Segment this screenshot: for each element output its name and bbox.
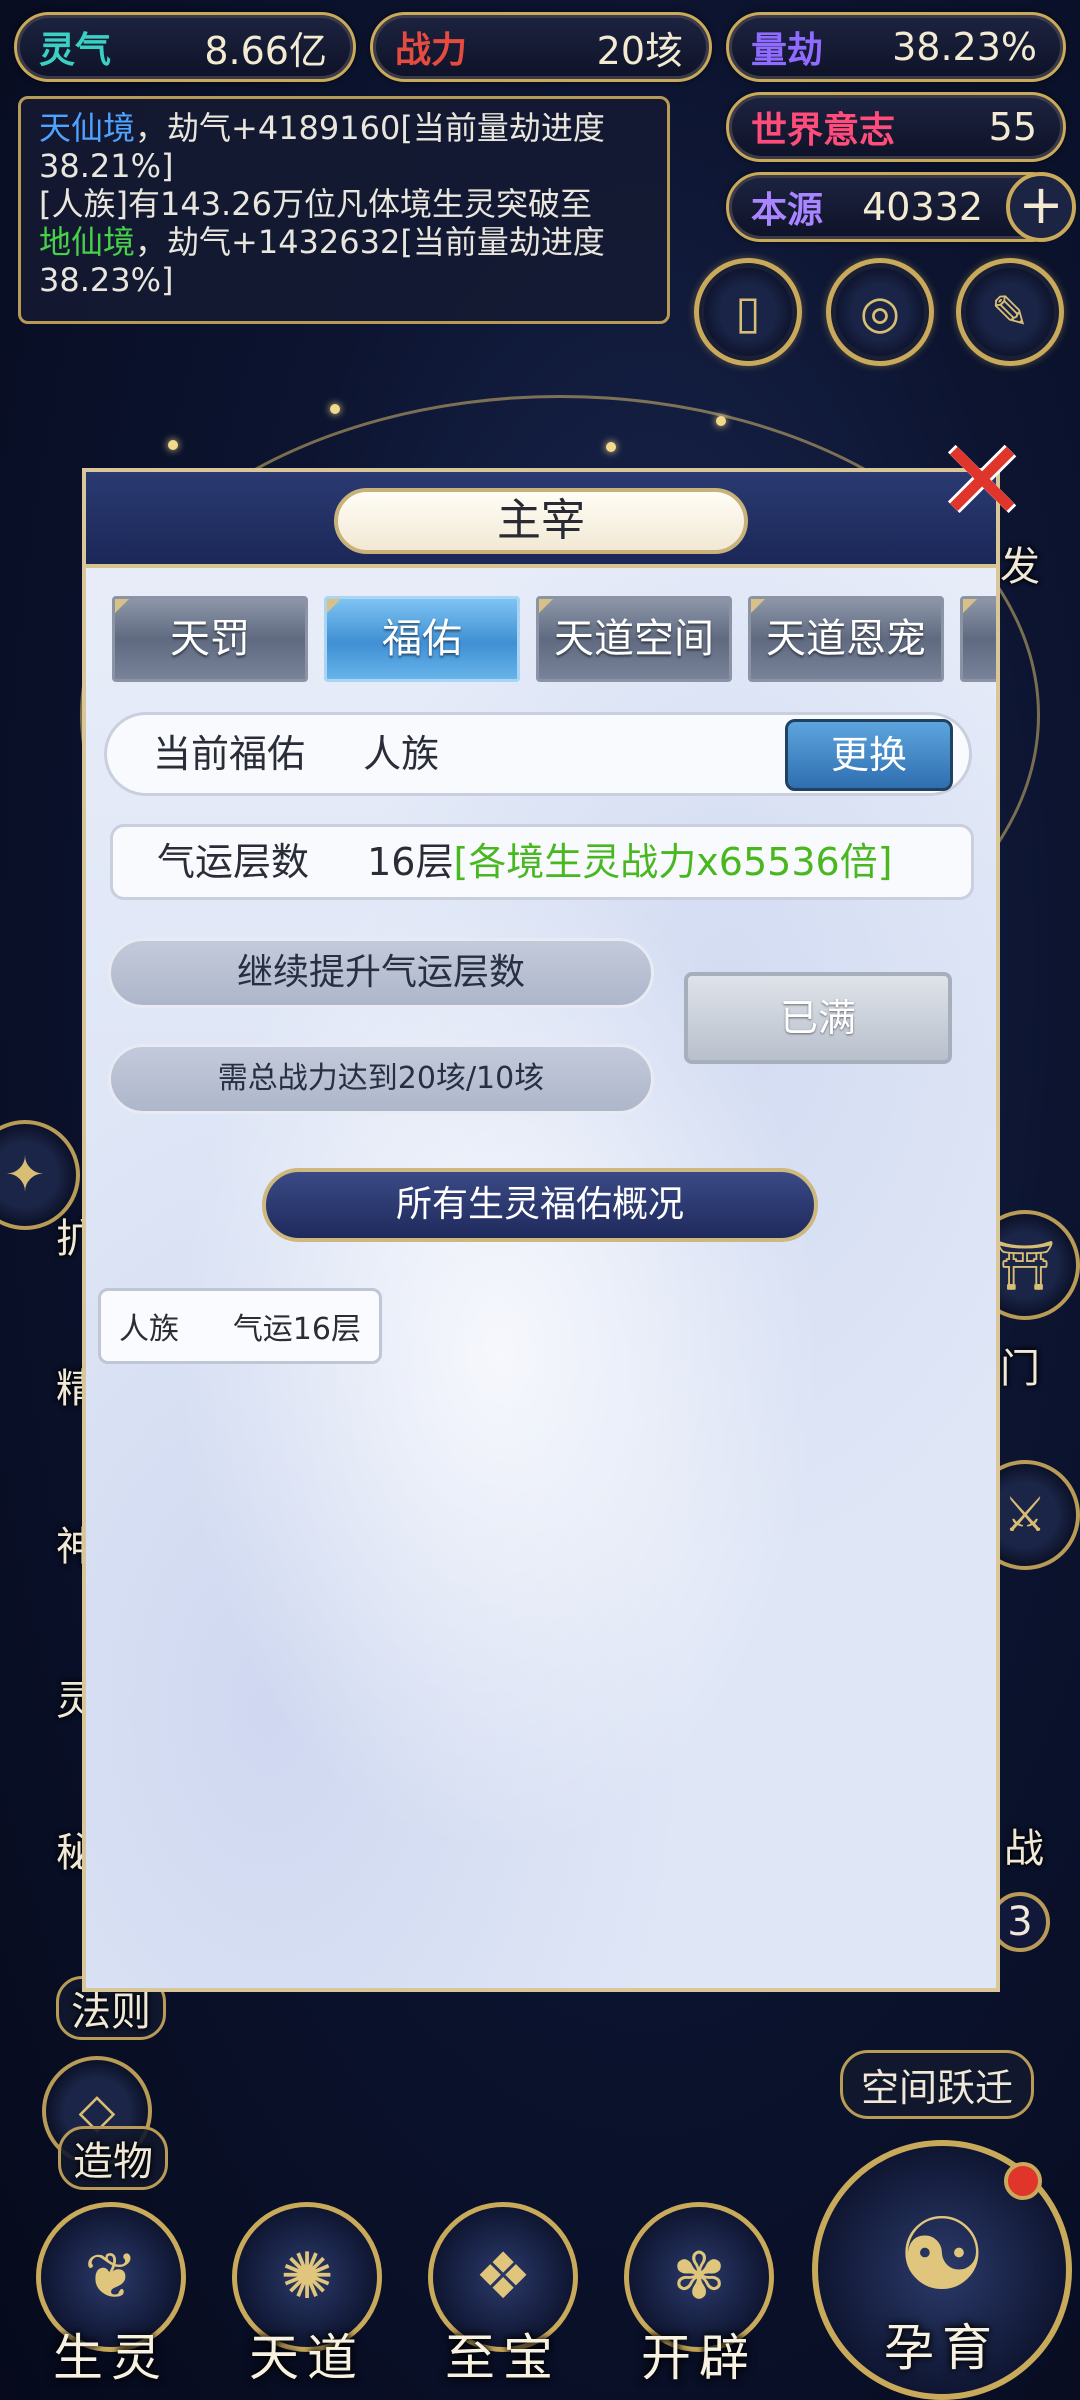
side-label-zaowu: 造物 bbox=[58, 2126, 168, 2190]
stat-zhanli-value: 20垓 bbox=[596, 28, 683, 73]
nav-kaipi[interactable]: ✾ 开辟 bbox=[604, 2202, 794, 2392]
overview-bar[interactable]: 所有生灵福佑概况 bbox=[262, 1168, 818, 1242]
race-chip[interactable]: 人族 气运16层 bbox=[98, 1288, 382, 1364]
dialog-title: 主宰 bbox=[334, 488, 748, 554]
maxed-button: 已满 bbox=[684, 972, 952, 1064]
tab-more[interactable] bbox=[960, 596, 996, 682]
scroll-button[interactable]: ✎ bbox=[956, 258, 1064, 366]
nav-tiandao[interactable]: ✺ 天道 bbox=[212, 2202, 402, 2392]
tab-tiandao-enchong[interactable]: 天道恩宠 bbox=[748, 596, 944, 682]
side-label-zhan: 战 bbox=[1004, 1826, 1044, 1872]
stat-shijie-label: 世界意志 bbox=[751, 109, 896, 151]
race-chip-fortune: 气运16层 bbox=[232, 1312, 361, 1347]
stat-zhanli-label: 战力 bbox=[395, 29, 468, 71]
scroll-icon: ✎ bbox=[990, 285, 1030, 339]
tab-tianfa[interactable]: 天罚 bbox=[112, 596, 308, 682]
gate-icon: ⛩ bbox=[994, 1237, 1056, 1294]
log-entry: 天仙境，劫气+4189160[当前量劫进度38.21%] bbox=[39, 109, 649, 185]
event-log: 天仙境，劫气+4189160[当前量劫进度38.21%] [人族]有143.26… bbox=[18, 96, 670, 324]
vortex-icon: ◎ bbox=[859, 285, 901, 339]
stat-shijie-value: 55 bbox=[988, 105, 1037, 149]
tab-fuyou[interactable]: 福佑 bbox=[324, 596, 520, 682]
fortune-level-label: 气运层数 bbox=[157, 840, 310, 884]
dominion-dialog: 主宰 天罚 福佑 天道空间 天道恩宠 当前福佑 人族 更换 气运层数 16层[各… bbox=[82, 468, 1000, 1992]
stat-liangjie-value: 38.23% bbox=[892, 25, 1037, 69]
current-blessing-value: 人族 bbox=[363, 732, 440, 776]
embryo-icon: ☯ bbox=[897, 2196, 987, 2313]
cards-button[interactable]: ▯ bbox=[694, 258, 802, 366]
race-chip-name: 人族 bbox=[119, 1312, 179, 1347]
nav-zhibao[interactable]: ❖ 至宝 bbox=[408, 2202, 598, 2392]
requirement-text: 需总战力达到20垓/10垓 bbox=[217, 1061, 545, 1096]
current-blessing-label: 当前福佑 bbox=[153, 732, 306, 776]
vortex-button[interactable]: ◎ bbox=[826, 258, 934, 366]
background-star bbox=[330, 404, 340, 414]
continue-upgrade-pill: 继续提升气运层数 bbox=[108, 938, 654, 1008]
add-benyuan-button[interactable]: + bbox=[1006, 172, 1076, 242]
background-star bbox=[606, 442, 616, 452]
nav-shengling-label: 生灵 bbox=[53, 2329, 169, 2387]
stat-benyuan-label: 本源 bbox=[751, 189, 824, 231]
side-badge-3-text: 3 bbox=[1007, 1899, 1033, 1945]
stat-lingqi: 灵气 8.66亿 bbox=[14, 12, 356, 82]
battle-icon: ⚔ bbox=[1003, 1487, 1047, 1543]
continue-upgrade-label: 继续提升气运层数 bbox=[236, 952, 525, 993]
background-star bbox=[716, 416, 726, 426]
stat-benyuan-value: 40332 bbox=[862, 185, 983, 229]
nav-zhibao-label: 至宝 bbox=[445, 2329, 561, 2387]
tab-tiandao-kongjian[interactable]: 天道空间 bbox=[536, 596, 732, 682]
nav-yunyu-label: 孕育 bbox=[884, 2319, 1000, 2377]
cards-icon: ▯ bbox=[735, 285, 761, 339]
notification-dot bbox=[1004, 2162, 1042, 2200]
log-realm-dixian: 地仙境 bbox=[39, 223, 136, 261]
requirement-pill: 需总战力达到20垓/10垓 bbox=[108, 1044, 654, 1114]
stat-lingqi-label: 灵气 bbox=[39, 29, 112, 71]
fortune-level-bonus: [各境生灵战力x65536倍] bbox=[453, 840, 893, 884]
expand-icon: ✦ bbox=[4, 1147, 46, 1203]
stat-zhanli: 战力 20垓 bbox=[370, 12, 712, 82]
current-blessing-row: 当前福佑 人族 更换 bbox=[104, 712, 972, 796]
fortune-level-value: 16层 bbox=[367, 840, 454, 884]
log-realm-tianxian: 天仙境 bbox=[39, 109, 136, 147]
log-entry: [人族]有143.26万位凡体境生灵突破至 地仙境，劫气+1432632[当前量… bbox=[39, 185, 649, 299]
nav-tiandao-label: 天道 bbox=[249, 2329, 365, 2387]
space-jump-button[interactable]: 空间跃迁 bbox=[840, 2050, 1035, 2119]
stat-lingqi-value: 8.66亿 bbox=[204, 28, 327, 73]
close-icon[interactable]: ✕ bbox=[936, 426, 1032, 536]
stat-shijie[interactable]: 世界意志 55 bbox=[726, 92, 1066, 162]
log-text: [人族]有143.26万位凡体境生灵突破至 bbox=[39, 185, 592, 223]
swap-button[interactable]: 更换 bbox=[785, 719, 953, 791]
side-label-men: 门 bbox=[1000, 1346, 1040, 1392]
plus-icon: + bbox=[1018, 173, 1064, 236]
background-star bbox=[168, 440, 178, 450]
fortune-level-row: 气运层数 16层[各境生灵战力x65536倍] bbox=[110, 824, 974, 900]
nav-kaipi-label: 开辟 bbox=[641, 2329, 757, 2387]
stat-liangjie[interactable]: 量劫 38.23% bbox=[726, 12, 1066, 82]
stat-liangjie-label: 量劫 bbox=[751, 29, 824, 71]
nav-shengling[interactable]: ❦ 生灵 bbox=[16, 2202, 206, 2392]
